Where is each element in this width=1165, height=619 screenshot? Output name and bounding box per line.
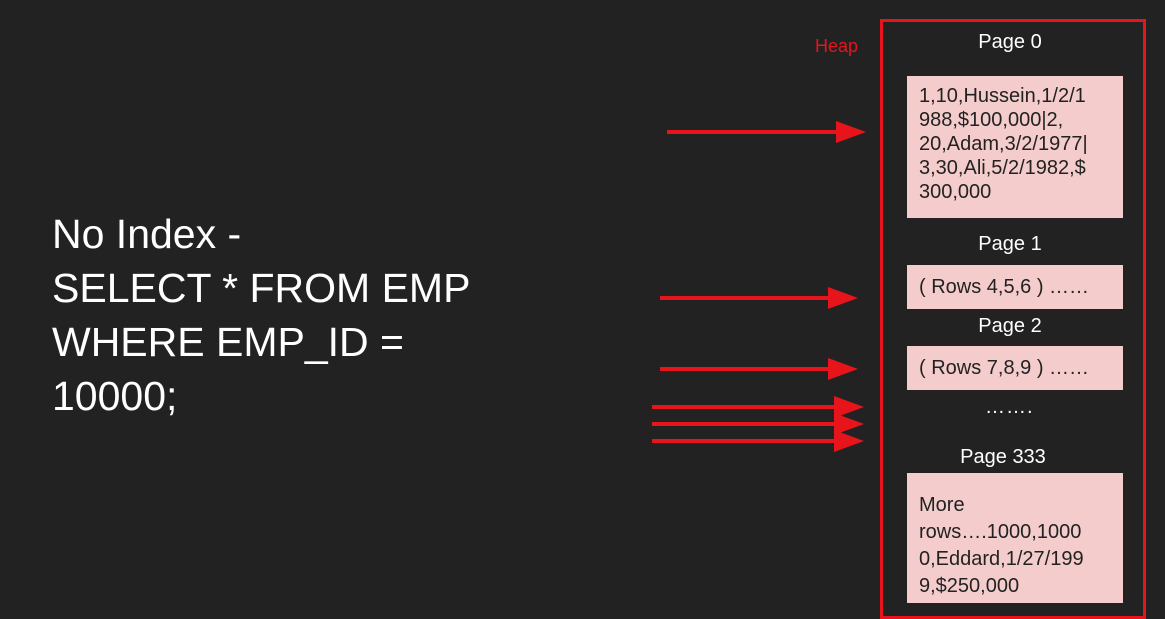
page-333-line-1: More <box>919 494 965 516</box>
page-333-box: More rows….1000,1000 0,Eddard,1/27/199 9… <box>907 473 1123 603</box>
page-0-line-3: 20,Adam,3/2/1977| <box>919 133 1088 155</box>
arrow-more-3 <box>652 430 864 452</box>
page-0-line-1: 1,10,Hussein,1/2/1 <box>919 85 1086 107</box>
page-0-line-4: 3,30,Ali,5/2/1982,$ <box>919 157 1086 179</box>
arrow-more-2 <box>652 413 864 435</box>
page-0-box: 1,10,Hussein,1/2/1 988,$100,000|2, 20,Ad… <box>907 76 1123 218</box>
arrow-page-1 <box>660 287 858 309</box>
page-333-line-4: 9,$250,000 <box>919 575 1020 597</box>
arrow-page-0 <box>667 121 866 143</box>
page-333-line-3: 0,Eddard,1/27/199 <box>919 548 1084 570</box>
page-1-box: ( Rows 4,5,6 ) …… <box>907 265 1123 309</box>
page-2-label: Page 2 <box>978 315 1042 337</box>
page-0-line-2: 988,$100,000|2, <box>919 109 1064 131</box>
arrow-more-1 <box>652 396 864 418</box>
page-333-line-2: rows….1000,1000 <box>919 521 1082 543</box>
page-0-label: Page 0 <box>978 31 1042 53</box>
page-1-line-1: ( Rows 4,5,6 ) …… <box>919 276 1090 298</box>
page-2-box: ( Rows 7,8,9 ) …… <box>907 346 1123 390</box>
page-1-label: Page 1 <box>978 233 1042 255</box>
page-0-line-5: 300,000 <box>919 181 992 203</box>
arrow-page-2 <box>660 358 858 380</box>
heap-label: Heap <box>815 36 859 56</box>
more-pages-ellipsis: ……. <box>985 396 1034 418</box>
page-333-label: Page 333 <box>960 446 1046 468</box>
page-2-line-1: ( Rows 7,8,9 ) …… <box>919 357 1090 379</box>
